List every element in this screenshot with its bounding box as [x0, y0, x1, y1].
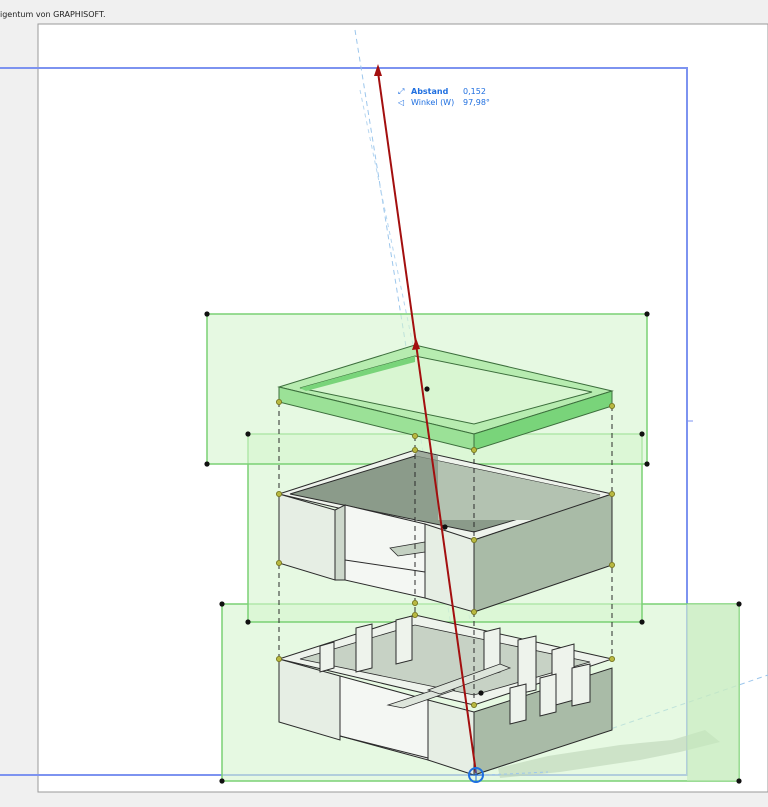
- angle-value: 97,98°: [463, 98, 490, 107]
- coordinate-readout: ⤢ Abstand 0,152 ◁ Winkel (W) 97,98°: [398, 86, 503, 108]
- distance-arrow-icon: ⤢: [398, 87, 405, 96]
- angle-label: Winkel (W): [411, 98, 455, 107]
- angle-row: ◁ Winkel (W) 97,98°: [398, 97, 503, 108]
- 3d-drawing-canvas[interactable]: [0, 0, 768, 807]
- distance-label: Abstand: [411, 87, 449, 96]
- angle-icon: ◁: [398, 98, 405, 107]
- distance-value: 0,152: [463, 87, 486, 96]
- distance-row: ⤢ Abstand 0,152: [398, 86, 503, 97]
- selection-box-bottom-side: [687, 604, 739, 781]
